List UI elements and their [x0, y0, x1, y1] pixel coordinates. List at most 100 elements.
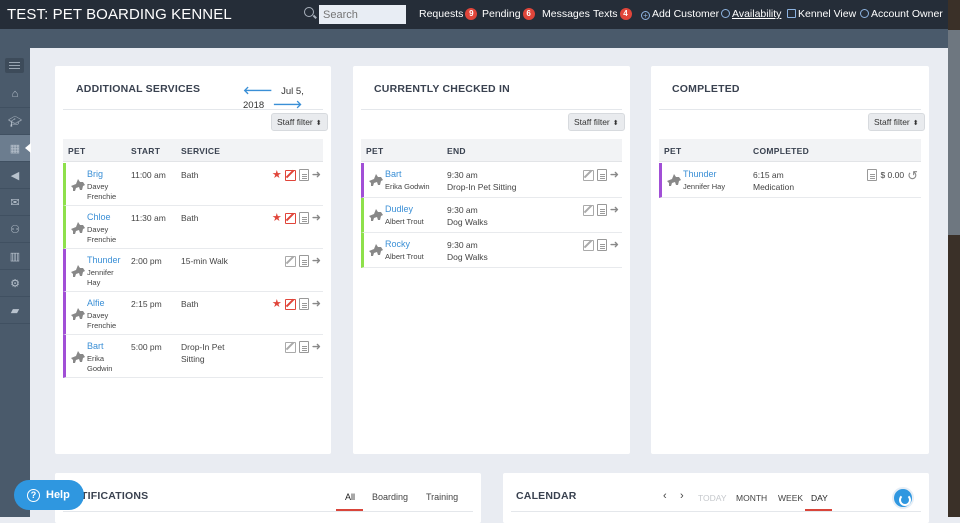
nav-requests[interactable]: Requests 9 — [419, 8, 478, 20]
pending-badge: 6 — [522, 8, 535, 20]
tab-month[interactable]: MONTH — [736, 493, 767, 503]
menu-toggle-button[interactable] — [5, 58, 24, 73]
calendar-next-icon[interactable]: › — [680, 490, 684, 502]
pet-name-link[interactable]: Rocky — [385, 239, 410, 249]
staff-filter-select[interactable]: Staff filter — [868, 113, 925, 131]
sidebar-item-reports[interactable]: ▥ — [0, 243, 30, 270]
edit-icon[interactable] — [582, 204, 594, 216]
sidebar-item-users[interactable]: ⚇ — [0, 216, 30, 243]
edit-icon[interactable] — [582, 239, 594, 251]
pet-name-link[interactable]: Chloe — [87, 212, 111, 222]
document-icon[interactable] — [298, 169, 309, 181]
dog-icon — [70, 264, 86, 278]
tab-all[interactable]: All — [345, 492, 355, 502]
check-in-icon[interactable]: ➜ — [312, 212, 321, 224]
nav-availability[interactable]: Availability — [721, 8, 781, 20]
staff-filter-select[interactable]: Staff filter — [271, 113, 328, 131]
search-icon[interactable] — [304, 7, 314, 17]
sidebar-item-training[interactable]: 🎓︎ — [0, 108, 30, 135]
nav-label: Requests — [419, 8, 464, 20]
dog-icon — [70, 221, 86, 235]
plus-circle-icon: + — [641, 11, 650, 20]
card-title: ADDITIONAL SERVICES — [76, 83, 201, 95]
sidebar-item-settings[interactable]: ⚙ — [0, 270, 30, 297]
star-icon[interactable]: ★ — [272, 169, 282, 181]
tab-day[interactable]: DAY — [811, 493, 828, 503]
tab-week[interactable]: WEEK — [778, 493, 803, 503]
pet-name-link[interactable]: Dudley — [385, 204, 413, 214]
document-icon[interactable] — [596, 239, 607, 251]
sidebar-item-files[interactable]: ▰ — [0, 297, 30, 324]
check-out-icon[interactable]: ➜ — [610, 204, 619, 216]
table-row: Chloe Davey Frenchie 11:30 am Bath ★ ➜ — [63, 206, 323, 249]
tab-today[interactable]: TODAY — [698, 493, 727, 503]
nav-label: Availability — [732, 8, 782, 20]
pet-name-link[interactable]: Alfie — [87, 298, 105, 308]
calendar-icon: ▦ — [9, 142, 21, 155]
sidebar: ⌂ 🎓︎ ▦ ◀ ✉ ⚇ ▥ ⚙ ▰ — [0, 48, 31, 517]
sidebar-item-home[interactable]: ⌂ — [0, 81, 30, 108]
tab-boarding[interactable]: Boarding — [372, 492, 408, 502]
requests-badge: 9 — [465, 8, 478, 20]
tab-training[interactable]: Training — [426, 492, 458, 502]
pet-name-link[interactable]: Bart — [385, 169, 402, 179]
dog-icon — [368, 208, 384, 222]
undo-icon[interactable]: ↺ — [907, 169, 918, 182]
pet-name-link[interactable]: Brig — [87, 169, 103, 179]
check-out-icon[interactable]: ➜ — [610, 169, 619, 181]
help-button[interactable]: ? Help — [14, 480, 84, 510]
sidebar-item-marketing[interactable]: ◀ — [0, 162, 30, 189]
table-row: Dudley Albert Trout 9:30 am Dog Walks ➜ — [361, 198, 622, 233]
calendar-card: CALENDAR ‹ › TODAY MONTH WEEK DAY — [503, 473, 929, 523]
pet-name-link[interactable]: Thunder — [683, 169, 717, 179]
star-icon[interactable]: ★ — [272, 212, 282, 224]
divider — [659, 109, 921, 110]
edit-icon[interactable] — [582, 169, 594, 181]
col-pet: PET — [68, 146, 86, 156]
table-row: Bart Erika Godwin 9:30 am Drop-In Pet Sitti… — [361, 163, 622, 198]
service-name: Bath — [181, 213, 199, 223]
document-icon[interactable] — [298, 341, 309, 353]
dog-icon — [70, 178, 86, 192]
sidebar-item-mail[interactable]: ✉ — [0, 189, 30, 216]
document-icon[interactable] — [596, 204, 607, 216]
nav-pending[interactable]: Pending 6 — [482, 8, 535, 20]
row-actions: ➜ — [582, 204, 619, 216]
star-icon[interactable]: ★ — [272, 298, 282, 310]
document-icon[interactable] — [298, 298, 309, 310]
check-in-icon[interactable]: ➜ — [312, 255, 321, 267]
check-in-icon[interactable]: ➜ — [312, 341, 321, 353]
nav-texts[interactable]: Texts 4 — [593, 8, 632, 20]
check-out-icon[interactable]: ➜ — [610, 239, 619, 251]
nav-kennel-view[interactable]: Kennel View — [787, 8, 856, 20]
document-icon[interactable] — [298, 255, 309, 267]
document-icon[interactable] — [596, 169, 607, 181]
end-time: 9:30 am — [447, 170, 478, 180]
edit-icon[interactable] — [284, 341, 296, 353]
scrollbar-thumb[interactable] — [948, 30, 960, 235]
nav-messages[interactable]: Messages — [542, 8, 590, 20]
chat-widget-button[interactable] — [892, 487, 914, 509]
edit-icon[interactable] — [284, 169, 296, 181]
home-icon: ⌂ — [11, 88, 19, 100]
sidebar-item-calendar[interactable]: ▦ — [0, 135, 31, 162]
nav-account-owner[interactable]: Account Owner — [860, 8, 943, 20]
prev-date-arrow-icon[interactable]: 🡐 — [243, 85, 273, 97]
row-actions: ★ ➜ — [272, 212, 321, 224]
calendar-prev-icon[interactable]: ‹ — [663, 490, 667, 502]
edit-icon[interactable] — [284, 212, 296, 224]
folder-icon: ▰ — [10, 304, 20, 317]
nav-add-customer[interactable]: + Add Customer — [641, 8, 719, 20]
staff-filter-select[interactable]: Staff filter — [568, 113, 625, 131]
owner-name: Jennifer Hay — [683, 182, 726, 191]
table-row: Brig Davey Frenchie 11:00 am Bath ★ ➜ — [63, 163, 323, 206]
edit-icon[interactable] — [284, 298, 296, 310]
document-icon[interactable] — [298, 212, 309, 224]
edit-icon[interactable] — [284, 255, 296, 267]
search-input[interactable] — [319, 5, 406, 24]
check-in-icon[interactable]: ➜ — [312, 169, 321, 181]
document-icon[interactable] — [867, 169, 878, 181]
pet-name-link[interactable]: Bart — [87, 341, 104, 351]
pet-name-link[interactable]: Thunder — [87, 255, 121, 265]
check-in-icon[interactable]: ➜ — [312, 298, 321, 310]
